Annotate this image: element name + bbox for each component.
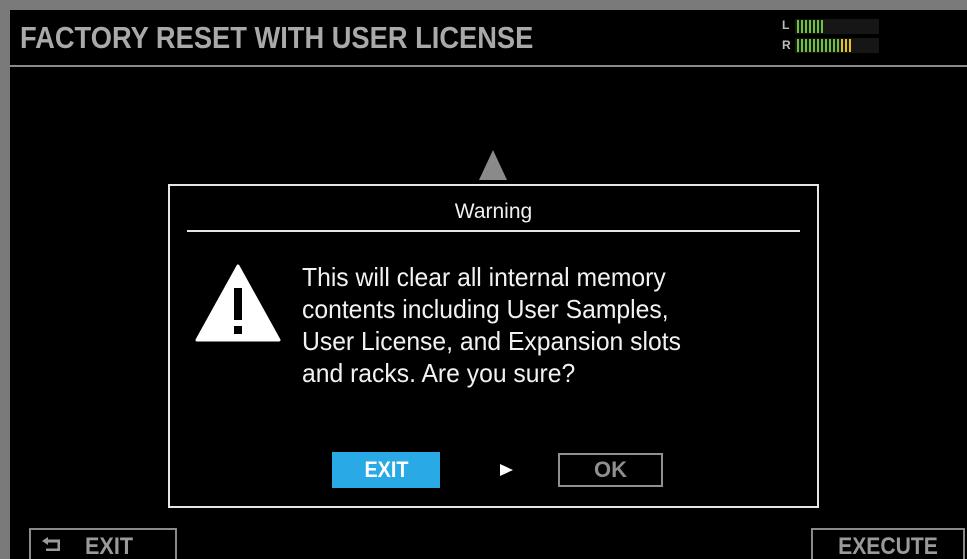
warning-dialog: Warning This will clear all internal mem… <box>168 184 819 508</box>
meter-right-segment <box>821 39 823 52</box>
meter-left-segment <box>801 20 803 33</box>
up-arrow-icon <box>479 150 507 180</box>
back-arrow-icon <box>42 537 60 551</box>
warning-triangle-icon <box>195 264 281 342</box>
meter-left-label: L <box>782 18 790 32</box>
footer-execute-button[interactable]: EXECUTE <box>811 528 965 559</box>
meter-right-label: R <box>782 38 791 52</box>
meter-right-segment <box>813 39 815 52</box>
meter-right-segment <box>805 39 807 52</box>
meter-left-segment <box>805 20 807 33</box>
meter-left-segment <box>797 20 799 33</box>
device-screen: FACTORY RESET WITH USER LICENSE L R Warn… <box>10 10 967 559</box>
selection-arrow-icon <box>500 464 513 476</box>
meter-right-segment <box>849 39 851 52</box>
level-meter: L R <box>782 16 882 56</box>
meter-left-segment <box>817 20 819 33</box>
meter-right-segment <box>801 39 803 52</box>
meter-left-segment <box>809 20 811 33</box>
meter-right-segment <box>833 39 835 52</box>
footer-exit-label: EXIT <box>85 533 134 559</box>
meter-right-segment <box>829 39 831 52</box>
meter-right-segment <box>809 39 811 52</box>
meter-right-segment <box>817 39 819 52</box>
meter-right-segment <box>837 39 839 52</box>
meter-left-track <box>795 19 879 34</box>
dialog-message-line: contents including User Samples, <box>302 294 669 324</box>
dialog-message-line: This will clear all internal memory <box>302 262 666 292</box>
meter-right-segment <box>825 39 827 52</box>
dialog-message-line: User License, and Expansion slots <box>302 326 681 356</box>
dialog-exit-label: EXIT <box>363 457 409 482</box>
meter-left-segment <box>821 20 823 33</box>
footer-exit-button[interactable]: EXIT <box>29 528 177 559</box>
page-title: FACTORY RESET WITH USER LICENSE <box>20 20 534 55</box>
dialog-divider <box>187 230 800 232</box>
footer-execute-label: EXECUTE <box>838 533 938 559</box>
meter-right-segment <box>845 39 847 52</box>
title-bar: FACTORY RESET WITH USER LICENSE L R <box>10 10 967 67</box>
dialog-ok-button[interactable]: OK <box>558 453 663 487</box>
dialog-message: This will clear all internal memory cont… <box>302 261 802 389</box>
meter-left-segment <box>813 20 815 33</box>
meter-right-segment <box>841 39 843 52</box>
dialog-message-line: and racks. Are you sure? <box>302 358 576 388</box>
meter-right-track <box>795 38 879 53</box>
meter-right-segment <box>797 39 799 52</box>
dialog-title: Warning <box>454 200 533 223</box>
dialog-exit-button[interactable]: EXIT <box>332 452 440 488</box>
